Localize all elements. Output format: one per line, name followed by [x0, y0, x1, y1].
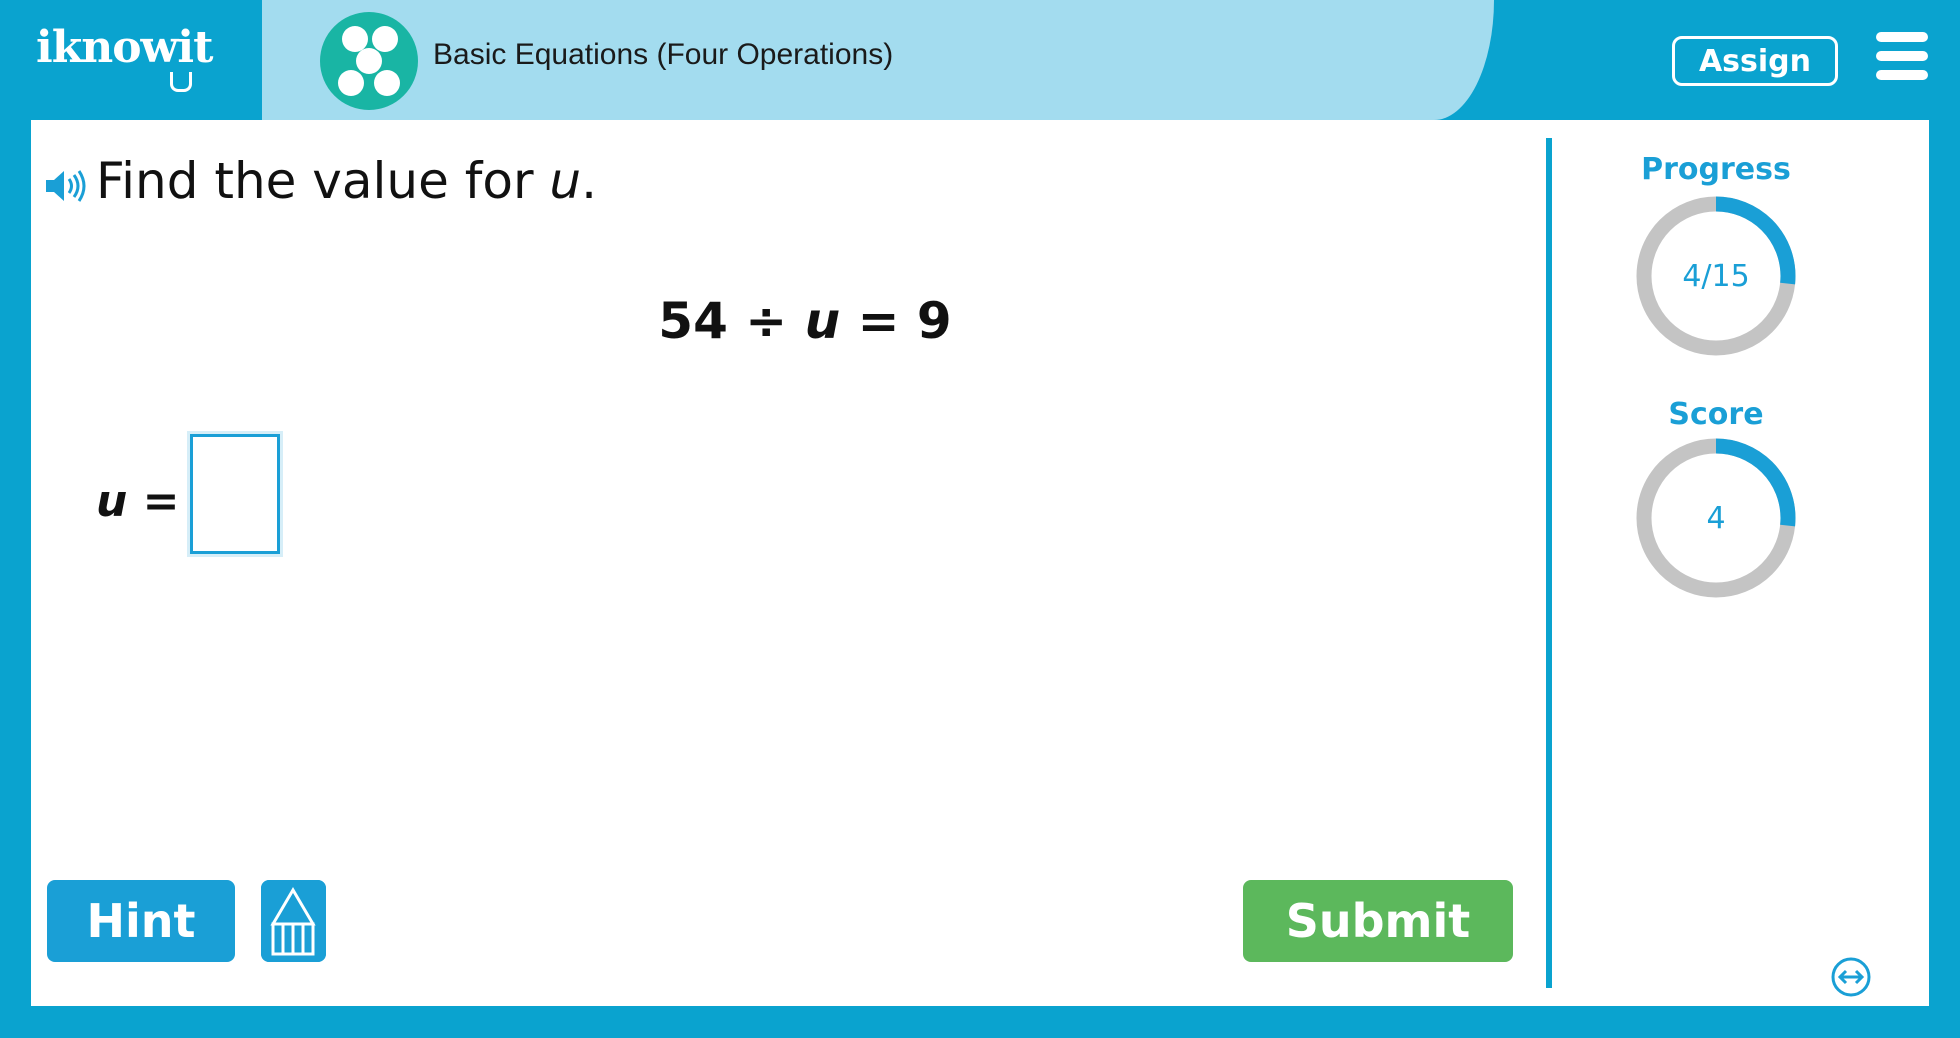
equation-left: 54 ÷ [658, 292, 805, 350]
pencil-icon[interactable] [261, 880, 326, 962]
score-ring: 4 [1634, 436, 1798, 600]
assign-button[interactable]: Assign [1672, 36, 1838, 86]
progress-value: 4/15 [1682, 258, 1750, 294]
lightbulb-icon [170, 72, 192, 92]
answer-equals: = [127, 476, 180, 527]
prompt-text: Find the value for [96, 152, 550, 210]
answer-variable: u [96, 476, 128, 527]
submit-button[interactable]: Submit [1243, 880, 1513, 962]
prompt-end: . [581, 152, 598, 210]
answer-input[interactable] [190, 434, 280, 554]
progress-label: Progress [1641, 152, 1791, 187]
dots-icon [320, 12, 418, 110]
equation: 54 ÷ u = 9 [0, 292, 1610, 350]
lesson-title: Basic Equations (Four Operations) [433, 38, 894, 71]
progress-ring: 4/15 [1634, 194, 1798, 358]
answer-label: u = [96, 476, 180, 527]
menu-icon[interactable] [1876, 32, 1928, 80]
equation-variable: u [804, 292, 841, 350]
hint-button[interactable]: Hint [47, 880, 235, 962]
expand-icon[interactable] [1830, 956, 1872, 998]
iknowit-logo[interactable]: iknowit [36, 22, 213, 73]
question-prompt: Find the value for u. [96, 152, 597, 210]
prompt-variable: u [549, 152, 582, 210]
sidebar-divider [1546, 138, 1552, 988]
score-label: Score [1668, 397, 1764, 432]
speaker-icon[interactable] [44, 168, 88, 204]
score-value: 4 [1706, 500, 1726, 536]
equation-right: = 9 [840, 292, 952, 350]
